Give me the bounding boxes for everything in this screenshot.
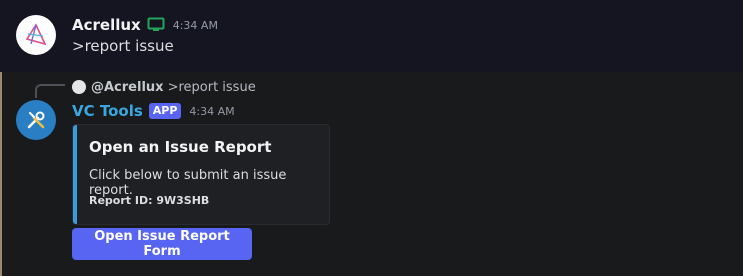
message-user: Acrellux 4:34 AM >report issue — [0, 0, 743, 72]
message-header: Acrellux 4:34 AM — [72, 15, 218, 35]
acrellux-logo-icon — [25, 23, 47, 46]
tools-icon — [27, 111, 45, 129]
reply-content[interactable]: >report issue — [168, 80, 256, 95]
embed-field-report-id: Report ID: 9W3SHB — [89, 194, 210, 207]
desktop-icon — [147, 17, 165, 33]
avatar-vc-tools[interactable] — [16, 100, 56, 140]
reply-avatar — [72, 80, 86, 94]
reply-reference[interactable]: @Acrellux >report issue — [72, 78, 256, 96]
timestamp: 4:34 AM — [189, 104, 235, 118]
reply-spine — [35, 84, 65, 98]
bot-username[interactable]: VC Tools — [72, 102, 143, 120]
message-header: VC Tools APP 4:34 AM — [72, 101, 235, 121]
avatar-acrellux[interactable] — [16, 15, 56, 55]
open-issue-report-form-button[interactable]: Open Issue Report Form — [72, 228, 252, 260]
message-content: >report issue — [72, 37, 174, 55]
reply-author[interactable]: @Acrellux — [91, 80, 164, 95]
embed-card: Open an Issue Report Click below to subm… — [72, 124, 330, 225]
embed-accent-bar — [73, 125, 77, 224]
username[interactable]: Acrellux — [72, 16, 141, 34]
embed-title: Open an Issue Report — [89, 138, 272, 156]
mention-highlight-bar — [0, 72, 2, 276]
app-badge: APP — [148, 103, 182, 119]
timestamp: 4:34 AM — [172, 18, 218, 32]
